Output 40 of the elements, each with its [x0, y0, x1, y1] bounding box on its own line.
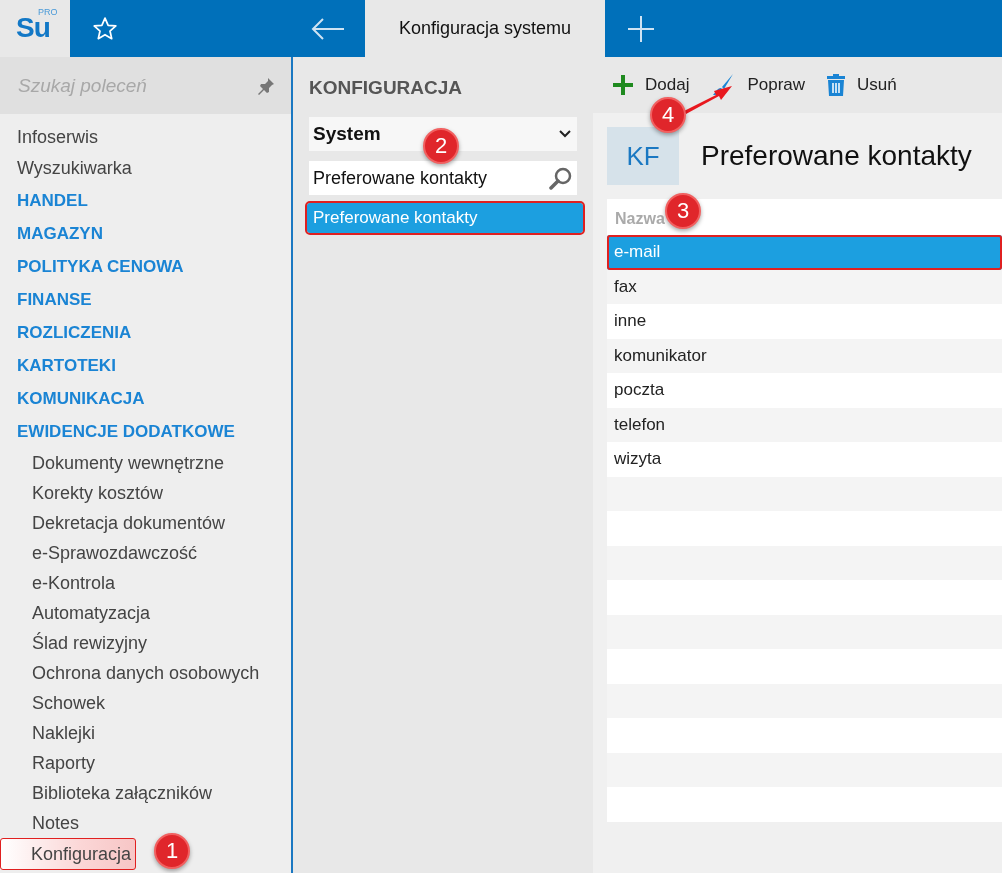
trash-icon: [827, 74, 846, 96]
sidebar-item[interactable]: Konfiguracja: [0, 838, 137, 870]
search-icon[interactable]: [549, 166, 573, 190]
sidebar-item[interactable]: Ochrona danych osobowych: [0, 658, 260, 688]
plus-icon: [613, 75, 633, 95]
sidebar-item[interactable]: Biblioteka załączników: [0, 778, 213, 808]
table-row[interactable]: telefon: [607, 407, 1002, 442]
star-icon[interactable]: [92, 15, 118, 42]
table-row[interactable]: poczta: [607, 373, 1002, 408]
sidebar-item[interactable]: Notes: [0, 808, 80, 838]
sidebar-item[interactable]: Wyszukiwarka: [0, 153, 132, 184]
toolbar-button[interactable]: Dodaj: [613, 75, 690, 95]
toolbar-button[interactable]: Usuń: [827, 74, 897, 96]
sidebar-item[interactable]: Automatyzacja: [0, 598, 151, 628]
sidebar-item[interactable]: e-Sprawozdawczość: [0, 538, 198, 568]
sidebar-item[interactable]: Ślad rewizyjny: [0, 628, 148, 658]
panel-title: KONFIGURACJA: [309, 76, 464, 100]
sidebar-item[interactable]: Dekretacja dokumentów: [0, 508, 226, 538]
pin-icon[interactable]: [257, 76, 275, 95]
tab[interactable]: Konfiguracja systemu: [365, 0, 605, 57]
table-row[interactable]: komunikator: [607, 338, 1002, 373]
sidebar-item[interactable]: Infoserwis: [0, 122, 99, 153]
table-row[interactable]: fax: [607, 269, 1002, 304]
sidebar-item[interactable]: e-Kontrola: [0, 568, 116, 598]
sidebar-item[interactable]: Raporty: [0, 748, 96, 778]
initials-badge: KF: [607, 127, 679, 185]
table-row[interactable]: wizyta: [607, 442, 1002, 477]
plus-icon[interactable]: [628, 15, 654, 42]
back-arrow-icon[interactable]: [310, 17, 345, 40]
table-row[interactable]: inne: [607, 304, 1002, 339]
sidebar-item[interactable]: Korekty kosztów: [0, 478, 164, 508]
sidebar-item[interactable]: Dokumenty wewnętrzne: [0, 448, 225, 478]
sidebar-item[interactable]: Schowek: [0, 688, 106, 718]
search-bar[interactable]: Szukaj poleceń: [0, 57, 291, 114]
chevron-icon: [559, 130, 571, 138]
search-input[interactable]: Szukaj poleceń: [18, 74, 238, 97]
sidebar-item[interactable]: Naklejki: [0, 718, 96, 748]
logo-superscript: PRO: [38, 7, 58, 17]
detail-title: Preferowane kontakty: [701, 140, 972, 172]
search-field[interactable]: Preferowane kontakty: [309, 161, 577, 195]
